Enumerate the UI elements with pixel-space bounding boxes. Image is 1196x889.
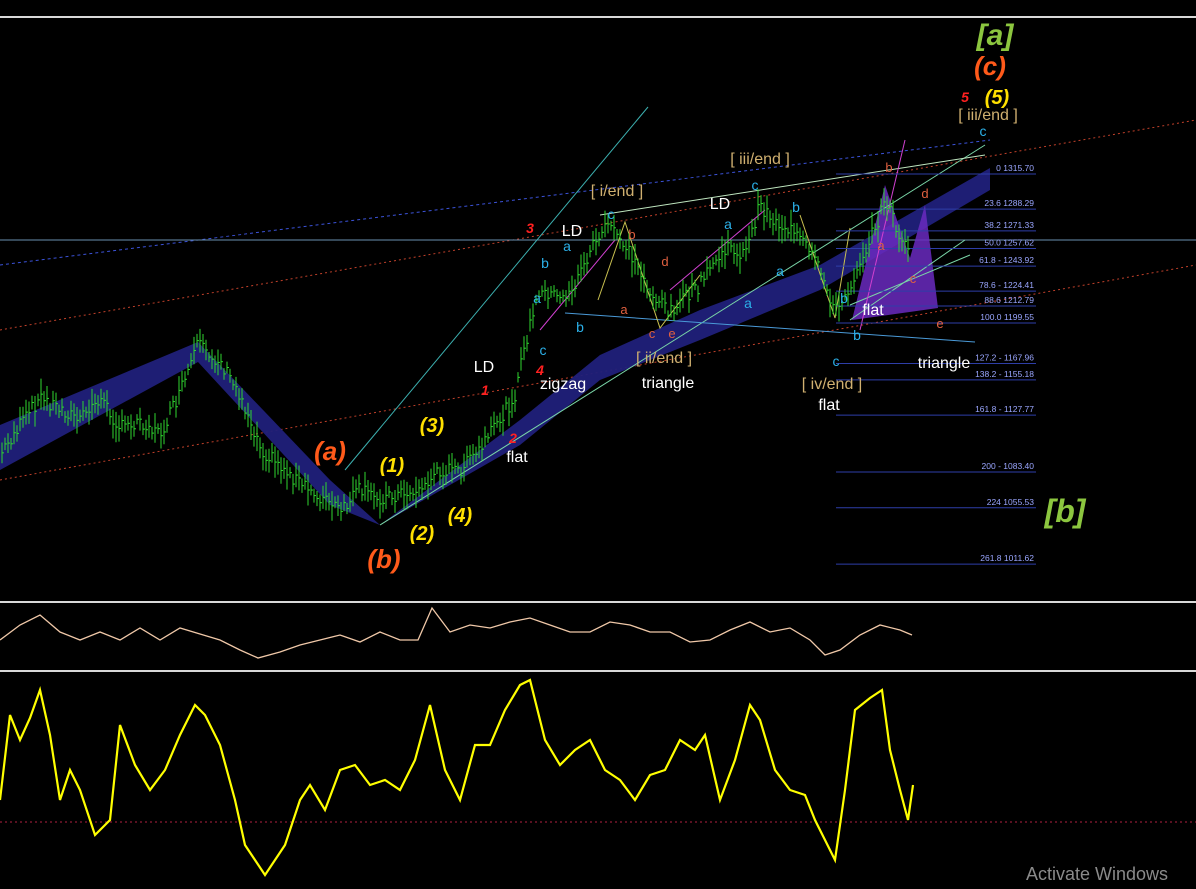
wave-label: a [724, 216, 732, 232]
wave-label: c [910, 271, 917, 286]
wave-label: 3 [526, 220, 534, 236]
price-chart-canvas[interactable]: [a][b](a)(b)(c)(1)(2)(3)(4)(5)12345[ i/e… [0, 0, 1196, 889]
wave-label-intermediate-a: (a) [314, 436, 346, 466]
structure-label: [ iii/end ] [958, 107, 1018, 124]
wave-label-major-b: [b] [1044, 493, 1087, 529]
wave-label: a [563, 238, 571, 254]
structure-label: [ iii/end ] [730, 151, 790, 168]
fib-level-label: 200 - 1083.40 [982, 461, 1035, 471]
oscillator-1-line [0, 606, 913, 659]
wave-label: 2 [508, 430, 517, 446]
wave-label: b [840, 290, 848, 306]
wave-label: a [620, 302, 628, 317]
pattern-label: flat [862, 302, 884, 319]
wave-label: 1 [481, 382, 489, 398]
wave-label: c [833, 353, 840, 369]
wave-label: b [541, 255, 549, 271]
wave-label: a [877, 238, 885, 253]
main-price-panel: [a][b](a)(b)(c)(1)(2)(3)(4)(5)12345[ i/e… [0, 19, 1196, 574]
wave-label: (3) [420, 415, 445, 437]
structure-label: [ ii/end ] [636, 350, 692, 367]
wave-label: (2) [410, 523, 435, 545]
fib-level-label: 224 1055.53 [987, 497, 1035, 507]
activate-windows-watermark: Activate Windows [1025, 864, 1168, 884]
pattern-label: flat [506, 449, 528, 466]
pattern-label: flat [818, 397, 840, 414]
fib-level-label: 161.8 - 1127.77 [975, 404, 1034, 414]
structure-label: [ iv/end ] [802, 376, 862, 393]
wave-label: 5 [961, 89, 969, 105]
wave-label: c [540, 342, 547, 358]
wave-label: c [608, 206, 615, 222]
wave-label: b [628, 227, 635, 242]
wave-label: a [533, 290, 541, 306]
fib-level-label: 100.0 1199.55 [980, 312, 1034, 322]
wave-label-major-a: [a] [976, 19, 1015, 52]
wave-label: (5) [985, 87, 1010, 109]
fib-level-label: 0 1315.70 [996, 163, 1034, 173]
wave-label: c [752, 177, 759, 193]
oscillator-2-line [0, 678, 915, 877]
wave-label-intermediate-b: (b) [367, 544, 400, 574]
fib-level-label: 78.6 - 1224.41 [979, 280, 1034, 290]
wave-label-intermediate-c: (c) [974, 51, 1006, 81]
pattern-label: LD [710, 196, 730, 213]
fib-level-label: 23.6 1288.29 [984, 198, 1034, 208]
fib-level-label: 127.2 - 1167.96 [975, 353, 1034, 363]
fib-level-label: 38.2 1271.33 [984, 220, 1034, 230]
wave-label: a [744, 295, 752, 311]
magenta-wave-line-2 [669, 209, 766, 291]
fib-level-label: 138.2 - 1155.18 [975, 369, 1034, 379]
pattern-label: zigzag [540, 376, 586, 393]
cyan-trend-line-1 [344, 106, 649, 471]
wave-label: (1) [380, 455, 405, 477]
fib-level-label: 88.6 1212.79 [984, 295, 1034, 305]
lower-channel-line [564, 312, 976, 343]
pattern-label: LD [474, 359, 494, 376]
wave-label: b [576, 319, 584, 335]
oscillator-panel-2 [0, 678, 1196, 877]
yellow-zigzag-1 [597, 220, 701, 330]
wave-label: b [853, 327, 861, 343]
wave-label: b [885, 160, 892, 175]
wave-label: d [921, 186, 928, 201]
trend-channel-band [0, 168, 990, 525]
wave-label: (4) [448, 505, 473, 527]
wave-label: d [661, 254, 668, 269]
wave-label: e [936, 316, 943, 331]
wave-label: a [776, 263, 784, 279]
fib-level-label: 261.8 1011.62 [980, 553, 1034, 563]
pattern-label: triangle [918, 355, 971, 372]
wave-label: c [649, 326, 656, 341]
oscillator-panel-1 [0, 606, 913, 659]
fib-level-label: 61.8 - 1243.92 [979, 255, 1034, 265]
wave-label: b [792, 199, 800, 215]
structure-label: [ i/end ] [591, 183, 643, 200]
wave-label: e [668, 326, 675, 341]
magenta-wave-line-1 [539, 239, 616, 331]
pattern-label: triangle [642, 375, 695, 392]
upper-dashed-trendline [0, 139, 991, 266]
wave-label: c [980, 123, 987, 139]
fib-level-label: 50.0 1257.62 [984, 238, 1034, 248]
